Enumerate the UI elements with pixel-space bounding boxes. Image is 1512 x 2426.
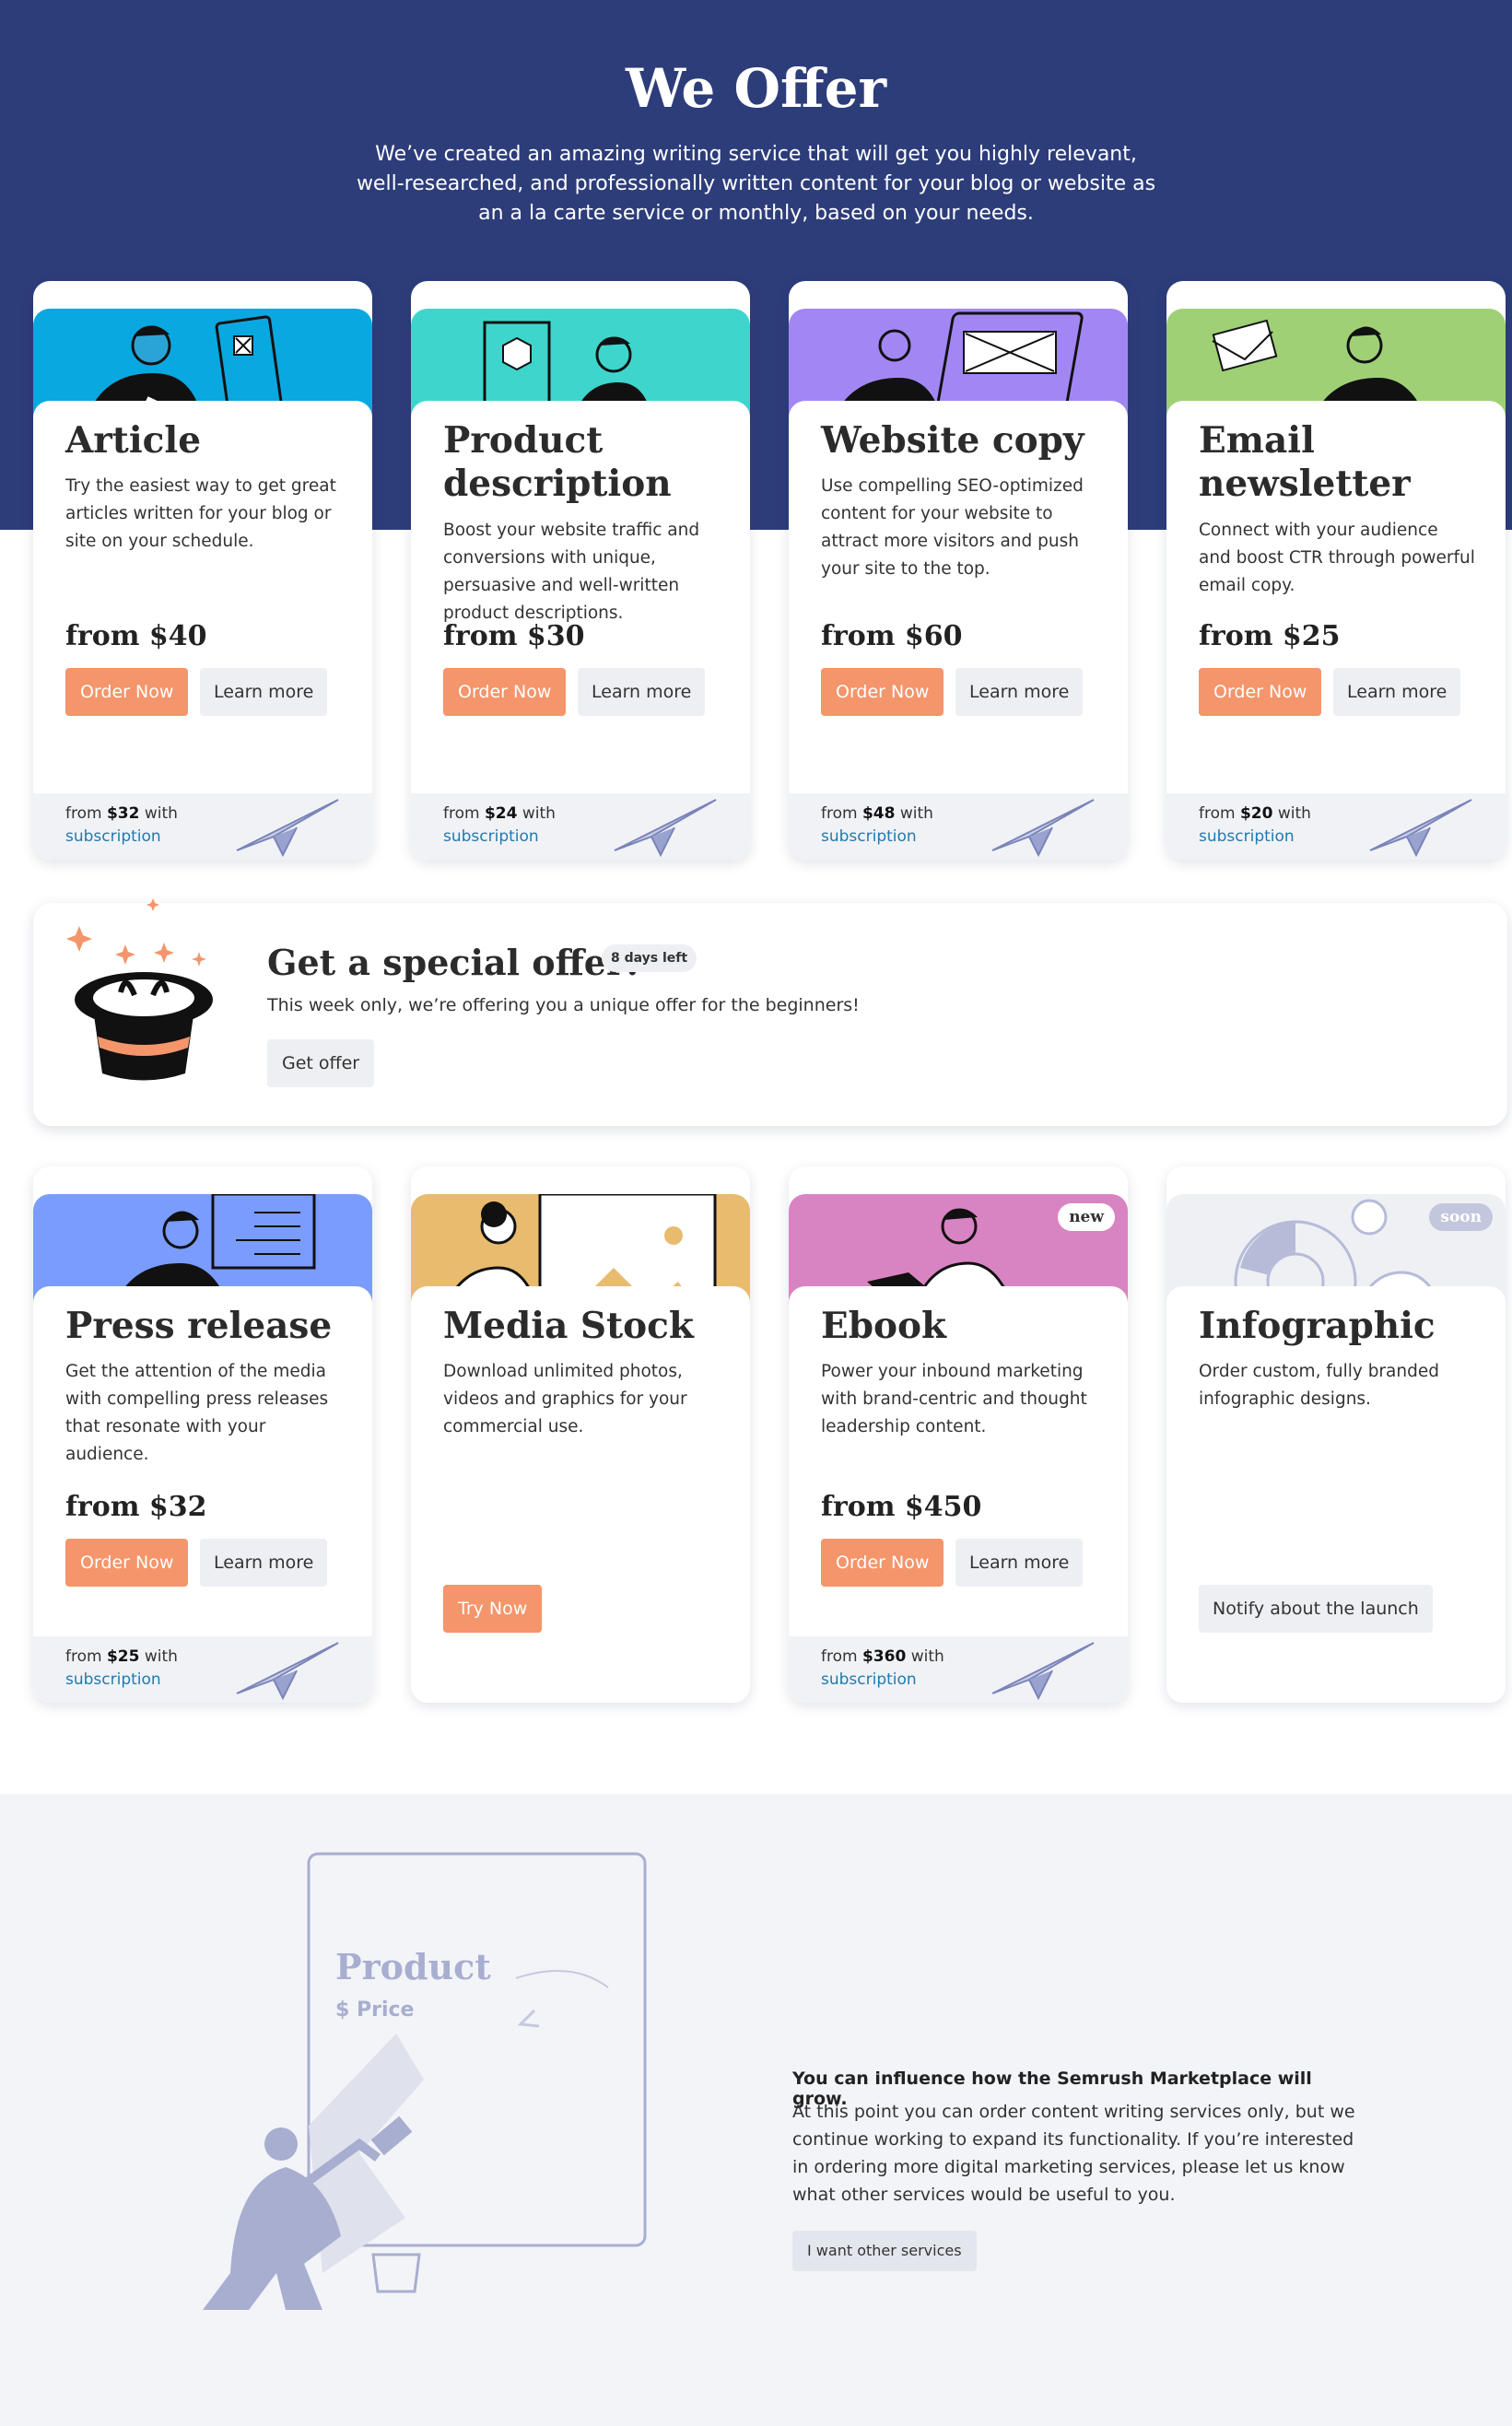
want-other-services-button[interactable]: I want other services [792, 2231, 977, 2271]
sub-with: with [910, 1647, 944, 1666]
soon-badge: soon [1429, 1203, 1493, 1231]
card-press-release: Press release Get the attention of the m… [33, 1166, 372, 1703]
card-price: from $450 [821, 1491, 982, 1523]
sub-prefix: from [65, 804, 102, 823]
learn-more-button[interactable]: Learn more [200, 668, 328, 716]
special-offer-banner: Get a special offer! 8 days left This we… [33, 898, 1507, 1126]
subscription-link[interactable]: subscription [443, 827, 539, 846]
card-media-stock: Media Stock Download unlimited photos, v… [411, 1166, 750, 1703]
card-title: Article [65, 419, 202, 462]
card-title: Infographic [1199, 1305, 1436, 1347]
card-price: from $60 [821, 620, 963, 652]
card-price: from $40 [65, 620, 207, 652]
mock-product-price: $ Price [335, 1998, 415, 2022]
card-description: Download unlimited photos, videos and gr… [443, 1362, 687, 1436]
subscription-link[interactable]: subscription [65, 1670, 161, 1689]
card-title: Media Stock [443, 1305, 694, 1347]
feedback-text: At this point you can order content writ… [792, 2102, 1355, 2205]
subscription-footer: from $24 with subscription [411, 793, 750, 860]
sub-prefix: from [443, 804, 480, 823]
sub-with: with [144, 804, 178, 823]
order-now-button[interactable]: Order Now [65, 1539, 189, 1587]
magic-hat-icon [66, 898, 213, 1081]
order-now-button[interactable]: Order Now [443, 668, 567, 716]
learn-more-button[interactable]: Learn more [200, 1539, 328, 1587]
get-offer-button[interactable]: Get offer [267, 1039, 375, 1087]
order-now-button[interactable]: Order Now [821, 1539, 944, 1587]
card-title: Press release [65, 1305, 333, 1347]
paper-plane-icon [614, 799, 717, 858]
card-price: from $32 [65, 1491, 207, 1523]
page-title: We Offer [625, 57, 887, 120]
card-description: Power your inbound marketing with brand-… [821, 1362, 1087, 1436]
card-price: from $25 [1199, 620, 1341, 652]
try-now-button[interactable]: Try Now [443, 1585, 543, 1633]
sub-prefix: from [821, 1647, 858, 1666]
sub-prefix: from [821, 804, 858, 823]
paper-plane-icon [991, 1642, 1095, 1701]
card-title: Product description [443, 419, 672, 505]
mock-product-title: Product [335, 1946, 491, 1987]
learn-more-button[interactable]: Learn more [1333, 668, 1461, 716]
new-badge: new [1058, 1203, 1115, 1231]
card-title: Email newsletter [1199, 419, 1411, 505]
sub-price: $32 [106, 804, 140, 823]
card-email-newsletter: Email newsletter Connect with your audie… [1166, 281, 1506, 860]
card-infographic: soon Infographic Order custom, fully bra… [1166, 1166, 1506, 1703]
card-description: Connect with your audience and boost CTR… [1199, 521, 1475, 595]
subscription-footer: from $48 with subscription [789, 793, 1128, 860]
card-article: Article Try the easiest way to get great… [33, 281, 372, 860]
feedback-section: Product $ Price You can influence how th… [0, 1794, 1512, 2426]
sub-price: $48 [861, 804, 896, 823]
sub-with: with [1277, 804, 1311, 823]
card-title: Website copy [821, 419, 1084, 462]
learn-more-button[interactable]: Learn more [955, 1539, 1084, 1587]
subscription-footer: from $360 with subscription [789, 1636, 1128, 1703]
card-description: Boost your website traffic and conversio… [443, 521, 700, 623]
paper-plane-icon [991, 799, 1095, 858]
card-description: Order custom, fully branded infographic … [1199, 1362, 1439, 1409]
subscription-link[interactable]: subscription [65, 827, 161, 846]
paper-plane-icon [1369, 799, 1472, 858]
paper-plane-icon [236, 1642, 339, 1701]
sub-price: $24 [484, 804, 518, 823]
subscription-link[interactable]: subscription [1199, 827, 1295, 846]
notify-launch-button[interactable]: Notify about the launch [1199, 1585, 1433, 1633]
sub-with: with [899, 804, 933, 823]
sub-with: with [144, 1647, 178, 1666]
special-offer-title: Get a special offer! [267, 942, 640, 983]
special-offer-description: This week only, we’re offering you a uni… [267, 995, 860, 1015]
subscription-footer: from $25 with subscription [33, 1636, 372, 1703]
sub-prefix: from [65, 1647, 102, 1666]
hero-subtitle: We’ve created an amazing writing service… [356, 143, 1156, 225]
days-left-badge: 8 days left [602, 944, 697, 972]
card-description: Try the easiest way to get great article… [65, 476, 336, 551]
subscription-link[interactable]: subscription [821, 1670, 917, 1689]
order-now-button[interactable]: Order Now [821, 668, 944, 716]
card-title: Ebook [821, 1305, 947, 1347]
sub-prefix: from [1199, 804, 1236, 823]
card-ebook: new Ebook Power your inbound marketing w… [789, 1166, 1128, 1703]
sub-price: $360 [861, 1647, 907, 1666]
sub-price: $25 [106, 1647, 140, 1666]
order-now-button[interactable]: Order Now [65, 668, 189, 716]
learn-more-button[interactable]: Learn more [955, 668, 1084, 716]
sub-with: with [522, 804, 556, 823]
card-description: Use compelling SEO-optimized content for… [821, 476, 1084, 579]
paper-plane-icon [236, 799, 339, 858]
card-website-copy: Website copy Use compelling SEO-optimize… [789, 281, 1128, 860]
card-price: from $30 [443, 620, 585, 652]
subscription-footer: from $32 with subscription [33, 793, 372, 860]
card-product-description: Product description Boost your website t… [411, 281, 750, 860]
card-description: Get the attention of the media with comp… [65, 1362, 329, 1464]
order-now-button[interactable]: Order Now [1199, 668, 1322, 716]
sub-price: $20 [1239, 804, 1273, 823]
learn-more-button[interactable]: Learn more [578, 668, 706, 716]
subscription-link[interactable]: subscription [821, 827, 917, 846]
subscription-footer: from $20 with subscription [1166, 793, 1506, 860]
person-painting-wall-icon [203, 1852, 647, 2310]
